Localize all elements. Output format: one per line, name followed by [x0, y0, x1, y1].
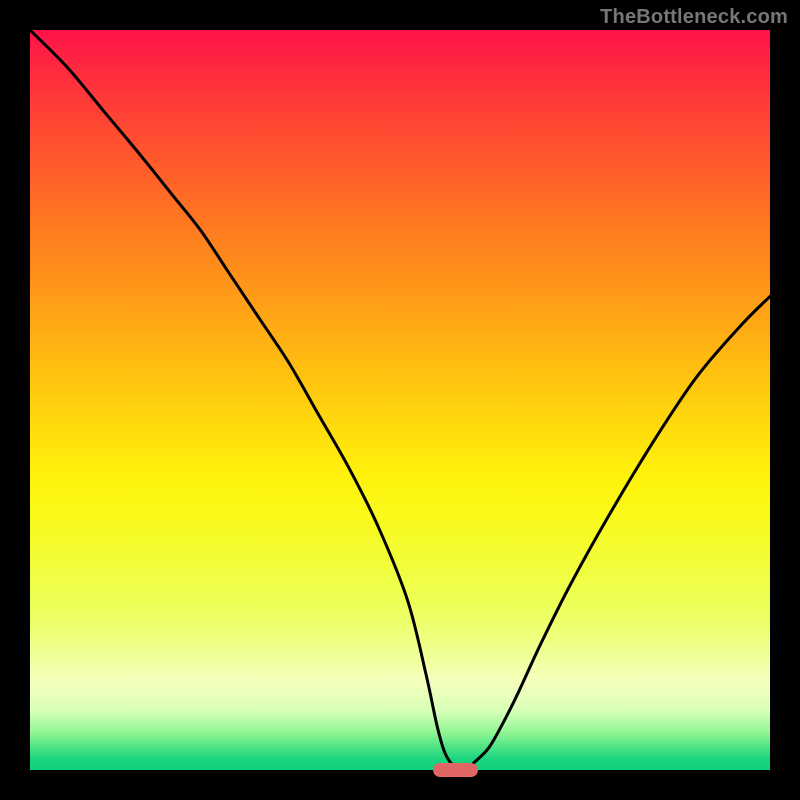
chart-area	[30, 30, 770, 770]
optimal-marker	[433, 763, 477, 777]
bottleneck-curve	[30, 30, 770, 770]
watermark-text: TheBottleneck.com	[600, 6, 788, 29]
